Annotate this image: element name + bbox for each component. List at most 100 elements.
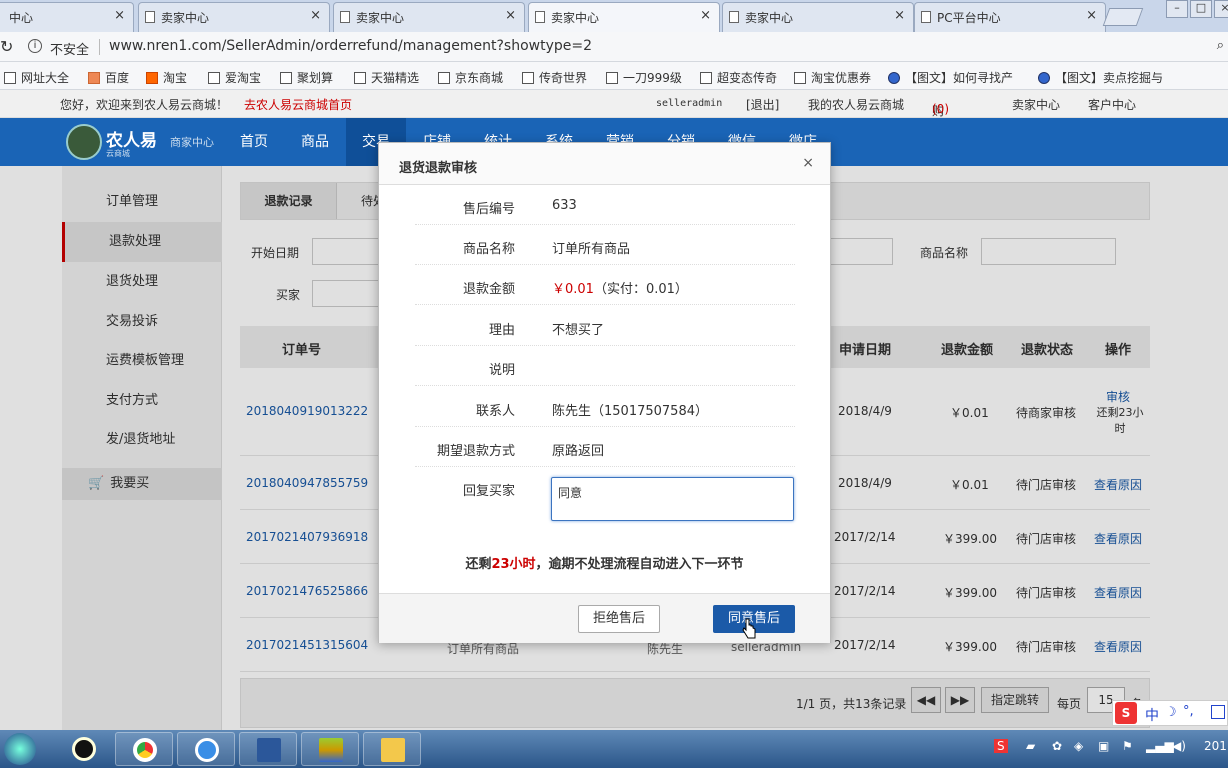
close-window-icon[interactable]: × xyxy=(1214,0,1228,18)
close-icon[interactable]: × xyxy=(700,8,711,23)
welcome-text: 您好，欢迎来到农人易云商城！ xyxy=(60,98,229,112)
nav-products[interactable]: 商品 xyxy=(285,118,345,166)
tab-label: 卖家中心 xyxy=(745,11,794,25)
close-icon[interactable]: × xyxy=(802,155,814,171)
bookmark-label: 天猫精选 xyxy=(371,71,420,85)
field-value: 不想买了 xyxy=(552,323,605,338)
tray-icon[interactable]: ▣ xyxy=(1098,739,1109,753)
paid-value: （实付：0.01） xyxy=(593,282,688,297)
taskbar: S ▰ ✿ ◈ ▣ ⚑ ▂▄▆ ◀) 201 xyxy=(0,730,1228,768)
bluestacks-taskbar-item[interactable] xyxy=(301,732,359,766)
qq-taskbar-item[interactable] xyxy=(55,732,113,766)
close-icon[interactable]: × xyxy=(310,8,321,23)
page-icon xyxy=(354,72,366,84)
page-icon xyxy=(535,11,545,23)
customer-service-link[interactable]: 客户中心 xyxy=(1088,96,1136,113)
maximize-icon[interactable]: □ xyxy=(1190,0,1212,18)
reload-icon[interactable]: ↻ xyxy=(0,37,13,56)
bookmark-label: 京东商城 xyxy=(455,71,504,85)
bookmark[interactable]: 京东商城 xyxy=(438,69,503,86)
tray-icon[interactable]: ✿ xyxy=(1052,739,1062,753)
info-icon[interactable]: i xyxy=(28,39,42,53)
stack-icon xyxy=(319,738,343,762)
clock[interactable]: 201 xyxy=(1204,739,1227,753)
field-label: 售后编号 xyxy=(462,202,515,217)
qq-icon xyxy=(72,737,96,761)
page-icon xyxy=(700,72,712,84)
seller-center-link[interactable]: 卖家中心 xyxy=(1012,96,1060,113)
browser-tab[interactable]: PC平台中心 × xyxy=(914,2,1106,32)
my-store-link[interactable]: 我的农人易云商城 xyxy=(808,96,904,113)
field-label: 商品名称 xyxy=(462,242,515,257)
flag-icon[interactable]: ⚑ xyxy=(1122,739,1133,753)
minimize-icon[interactable]: – xyxy=(1166,0,1188,18)
page-icon xyxy=(280,72,292,84)
volume-icon[interactable]: ◀) xyxy=(1172,739,1186,753)
shield-icon[interactable]: ◈ xyxy=(1074,739,1083,753)
word-taskbar-item[interactable] xyxy=(239,732,297,766)
browser-tab[interactable]: 卖家中心 × xyxy=(138,2,330,32)
bookmark[interactable]: 爱淘宝 xyxy=(208,69,261,86)
url-field[interactable]: www.nren1.com/SellerAdmin/orderrefund/ma… xyxy=(109,38,592,54)
hand-cursor-icon xyxy=(742,618,756,639)
divider xyxy=(99,39,100,55)
nav-home[interactable]: 首页 xyxy=(224,118,284,166)
ime-toolbar[interactable]: S 中 ☽ °, xyxy=(1112,700,1228,726)
keyboard-icon[interactable] xyxy=(1211,705,1225,719)
ime-mode[interactable]: 中 xyxy=(1145,705,1159,725)
bookmark[interactable]: 一刀999级 xyxy=(606,69,682,86)
field-value: ￥0.01（实付：0.01） xyxy=(552,278,688,297)
refund-review-dialog: 退货退款审核 × 售后编号 633 商品名称 订单所有商品 退款金额 ￥0.01（实付… xyxy=(378,142,831,643)
browser-tab[interactable]: 中心 × xyxy=(0,2,134,32)
reply-textarea[interactable]: 同意 xyxy=(551,477,794,521)
page-icon xyxy=(145,11,155,23)
site-topbar: 您好，欢迎来到农人易云商城！ 去农人易云商城首页 selleradmin [退出… xyxy=(0,90,1228,152)
bookmark[interactable]: 传奇世界 xyxy=(522,69,587,86)
security-label[interactable]: 不安全 xyxy=(50,39,89,58)
browser-tab-active[interactable]: 卖家中心 × xyxy=(528,2,720,32)
network-icon[interactable]: ▂▄▆ xyxy=(1146,739,1174,753)
bookmark[interactable]: 【图文】如何寻找产 xyxy=(888,69,1013,86)
tray-icon[interactable]: ▰ xyxy=(1026,739,1035,753)
start-icon[interactable] xyxy=(4,733,36,765)
close-icon[interactable]: × xyxy=(894,8,905,23)
tab-label: 中心 xyxy=(9,11,34,25)
bookmark[interactable]: 超变态传奇 xyxy=(700,69,777,86)
field-label: 理由 xyxy=(488,323,515,338)
bookmark[interactable]: 聚划算 xyxy=(280,69,333,86)
new-tab-button[interactable] xyxy=(1102,8,1144,26)
moon-icon[interactable]: ☽ xyxy=(1165,705,1177,720)
search-icon[interactable]: ⌕ xyxy=(1217,38,1224,53)
bookmark[interactable]: 淘宝 xyxy=(146,69,187,86)
username[interactable]: selleradmin xyxy=(656,98,722,109)
bookmark[interactable]: 网址大全 xyxy=(4,69,69,86)
bookmark[interactable]: 【图文】卖点挖掘与 xyxy=(1038,69,1163,86)
amount-value: ￥0.01 xyxy=(552,282,594,297)
close-icon[interactable]: × xyxy=(1086,8,1097,23)
browser-tabstrip: 中心 × 卖家中心 × 卖家中心 × 卖家中心 × 卖家中心 × PC平台中心 × – □ … xyxy=(0,0,1228,32)
reject-button[interactable]: 拒绝售后 xyxy=(578,605,660,633)
tab-label: PC平台中心 xyxy=(937,11,1001,25)
ie-taskbar-item[interactable] xyxy=(177,732,235,766)
bookmark[interactable]: 淘宝优惠券 xyxy=(794,69,871,86)
close-icon[interactable]: × xyxy=(114,8,125,23)
baidu-icon xyxy=(88,72,100,84)
explorer-taskbar-item[interactable] xyxy=(363,732,421,766)
logout-link[interactable]: [退出] xyxy=(746,96,779,113)
chrome-icon xyxy=(133,738,157,762)
browser-tab[interactable]: 卖家中心 × xyxy=(722,2,914,32)
bookmark-label: 超变态传奇 xyxy=(717,71,778,85)
sogou-tray-icon[interactable]: S xyxy=(994,739,1008,753)
bookmark[interactable]: 百度 xyxy=(88,69,129,86)
close-icon[interactable]: × xyxy=(505,8,516,23)
warn-suffix: ，逾期不处理流程自动进入下一环节 xyxy=(535,557,744,572)
browser-tab[interactable]: 卖家中心 × xyxy=(333,2,525,32)
bookmark[interactable]: 天猫精选 xyxy=(354,69,419,86)
chrome-taskbar-item[interactable] xyxy=(115,732,173,766)
bookmark-label: 一刀999级 xyxy=(623,71,682,85)
field-label: 联系人 xyxy=(475,404,515,419)
home-link[interactable]: 去农人易云商城首页 xyxy=(244,96,352,113)
punct-icon[interactable]: °, xyxy=(1183,704,1194,719)
field-label: 期望退款方式 xyxy=(436,444,515,459)
bookmark-label: 淘宝优惠券 xyxy=(811,71,872,85)
